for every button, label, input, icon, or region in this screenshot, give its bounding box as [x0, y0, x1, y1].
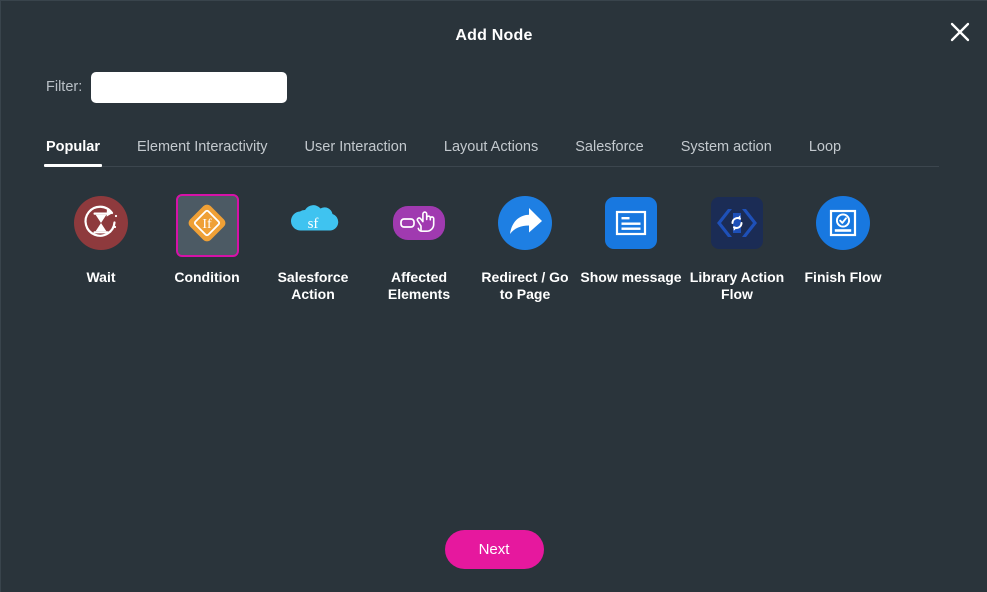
- svg-text:sf: sf: [308, 216, 319, 232]
- if-diamond-icon: If: [182, 198, 232, 253]
- node-icon-wrapper: If: [176, 194, 239, 257]
- node-icon-wrapper: sf: [282, 194, 345, 257]
- svg-text:If: If: [202, 217, 212, 232]
- code-loop-icon: [711, 197, 763, 254]
- node-icon-wrapper: [706, 194, 769, 257]
- tab-loop[interactable]: Loop: [809, 139, 841, 166]
- add-node-dialog: Add Node Filter: Popular Element Interac…: [0, 0, 987, 592]
- search-input[interactable]: [91, 72, 287, 103]
- node-option-library-action-flow[interactable]: Library Action Flow: [684, 194, 790, 303]
- node-icon-wrapper: [600, 194, 663, 257]
- node-label: Wait: [86, 269, 115, 286]
- tab-layout-actions[interactable]: Layout Actions: [444, 139, 538, 166]
- node-option-redirect[interactable]: Redirect / Go to Page: [472, 194, 578, 303]
- next-button[interactable]: Next: [445, 530, 544, 569]
- finish-check-icon: [816, 196, 870, 255]
- node-option-finish-flow[interactable]: Finish Flow: [790, 194, 896, 303]
- node-option-condition[interactable]: If Condition: [154, 194, 260, 303]
- dialog-header: Add Node: [1, 1, 987, 63]
- tab-user-interaction[interactable]: User Interaction: [305, 139, 407, 166]
- node-icon-wrapper: [494, 194, 557, 257]
- filter-row: Filter:: [1, 63, 987, 111]
- hand-pointer-icon: [392, 200, 446, 251]
- close-icon[interactable]: [943, 15, 977, 49]
- node-label: Salesforce Action: [261, 269, 365, 303]
- tab-system-action[interactable]: System action: [681, 139, 772, 166]
- hourglass-wait-icon: [74, 196, 128, 255]
- category-tabs: Popular Element Interactivity User Inter…: [46, 130, 939, 167]
- tab-popular[interactable]: Popular: [46, 139, 100, 166]
- node-label: Redirect / Go to Page: [473, 269, 577, 303]
- tab-element-interactivity[interactable]: Element Interactivity: [137, 139, 268, 166]
- dialog-footer: Next: [1, 530, 987, 569]
- salesforce-cloud-icon: sf: [285, 200, 341, 251]
- node-option-show-message[interactable]: Show message: [578, 194, 684, 303]
- node-icon-wrapper: [70, 194, 133, 257]
- node-icon-wrapper: [812, 194, 875, 257]
- node-type-grid: Wait If Condition: [1, 167, 987, 303]
- tab-salesforce[interactable]: Salesforce: [575, 139, 644, 166]
- node-option-salesforce-action[interactable]: sf Salesforce Action: [260, 194, 366, 303]
- page-title: Add Node: [1, 27, 987, 45]
- node-icon-wrapper: [388, 194, 451, 257]
- redirect-arrow-icon: [498, 196, 552, 255]
- filter-label: Filter:: [46, 79, 82, 95]
- node-label: Affected Elements: [367, 269, 471, 303]
- node-option-affected-elements[interactable]: Affected Elements: [366, 194, 472, 303]
- node-label: Condition: [174, 269, 239, 286]
- node-option-wait[interactable]: Wait: [48, 194, 154, 303]
- message-box-icon: [605, 197, 657, 254]
- node-label: Show message: [580, 269, 681, 286]
- node-label: Library Action Flow: [685, 269, 789, 303]
- node-label: Finish Flow: [805, 269, 882, 286]
